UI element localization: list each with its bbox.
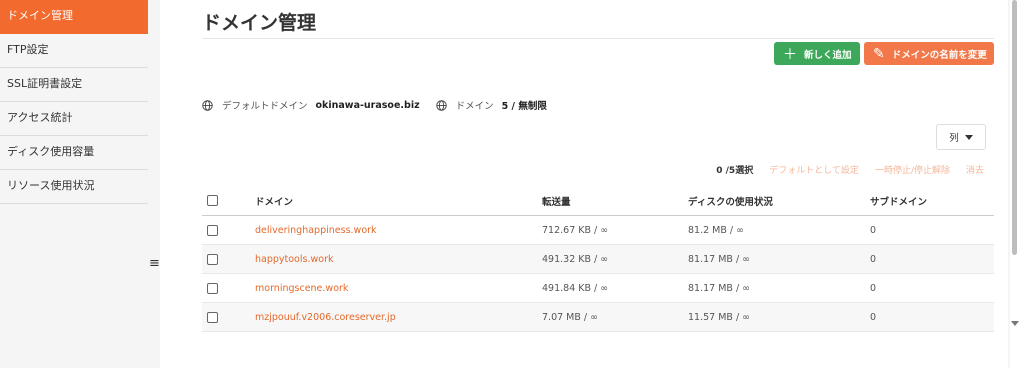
sidebar-item-domain-management[interactable]: ドメイン管理 [0, 0, 148, 34]
row-checkbox[interactable] [207, 311, 218, 323]
selection-count: 0 /5選択 [716, 166, 754, 176]
add-domain-label: 新しく追加 [804, 49, 852, 61]
domain-link[interactable]: deliveringhappiness.work [255, 225, 542, 236]
transfer-cell: 7.07 MB / ∞ [542, 311, 599, 323]
domain-info: デフォルトドメイン okinawa-urasoe.biz ドメイン 5 / 無制… [202, 98, 547, 112]
columns-dropdown[interactable]: 列 [936, 124, 986, 150]
plus-icon: ＋ [783, 46, 797, 63]
header-domain[interactable]: ドメイン [255, 194, 542, 208]
transfer-cell: 491.32 KB / ∞ [542, 253, 609, 265]
sidebar-item-disk-usage[interactable]: ディスク使用容量 [0, 136, 148, 170]
header-disk-usage[interactable]: ディスクの使用状況 [688, 194, 870, 208]
globe-icon [202, 99, 213, 111]
default-domain-value: okinawa-urasoe.biz [315, 99, 420, 111]
set-default-action[interactable]: デフォルトとして設定 [769, 163, 859, 176]
header-subdomains[interactable]: サブドメイン [870, 194, 994, 208]
sidebar: ドメイン管理 FTP設定 SSL証明書設定 アクセス統計 ディスク使用容量 リソ… [0, 0, 148, 368]
header-transfer[interactable]: 転送量 [542, 194, 688, 208]
row-checkbox[interactable] [207, 282, 218, 294]
disk-cell: 81.17 MB / ∞ [688, 282, 751, 294]
subdomain-cell: 0 [870, 224, 877, 236]
sidebar-item-access-stats[interactable]: アクセス統計 [0, 102, 148, 136]
scrollbar-thumb[interactable] [1012, 0, 1017, 255]
subdomain-cell: 0 [870, 253, 877, 265]
rename-domain-button[interactable]: ✎ ドメインの名前を変更 [864, 42, 994, 65]
pencil-icon: ✎ [873, 45, 885, 62]
row-checkbox[interactable] [207, 253, 218, 265]
domain-count-value: 5 / 無制限 [501, 101, 547, 112]
sidebar-item-ftp-settings[interactable]: FTP設定 [0, 34, 148, 68]
add-domain-button[interactable]: ＋ 新しく追加 [774, 42, 860, 65]
table-row: mzjpouuf.v2006.coreserver.jp 7.07 MB / ∞… [202, 303, 994, 332]
domain-link[interactable]: happytools.work [255, 254, 542, 265]
row-checkbox[interactable] [207, 224, 218, 236]
bulk-actions: 0 /5選択 デフォルトとして設定 一時停止/停止解除 消去 [716, 163, 984, 176]
pause-resume-action[interactable]: 一時停止/停止解除 [875, 163, 950, 176]
table-header: ドメイン 転送量 ディスクの使用状況 サブドメイン [202, 186, 994, 216]
domain-link[interactable]: morningscene.work [255, 283, 542, 294]
main-panel: ドメイン管理 ＋ 新しく追加 ✎ ドメインの名前を変更 デフォルトドメイン ok… [160, 0, 1008, 368]
table-row: morningscene.work 491.84 KB / ∞ 81.17 MB… [202, 274, 994, 303]
sidebar-item-ssl-settings[interactable]: SSL証明書設定 [0, 68, 148, 102]
disk-cell: 81.2 MB / ∞ [688, 224, 745, 236]
page-title: ドメイン管理 [202, 12, 317, 34]
sidebar-item-resource-usage[interactable]: リソース使用状況 [0, 170, 148, 204]
menu-toggle-icon[interactable]: ≡ [149, 256, 160, 271]
rename-domain-label: ドメインの名前を変更 [891, 49, 987, 61]
table-row: deliveringhappiness.work 712.67 KB / ∞ 8… [202, 216, 994, 245]
disk-cell: 81.17 MB / ∞ [688, 253, 751, 265]
columns-dropdown-label: 列 [949, 133, 959, 144]
disk-cell: 11.57 MB / ∞ [688, 311, 751, 323]
table-row: happytools.work 491.32 KB / ∞ 81.17 MB /… [202, 245, 994, 274]
subdomain-cell: 0 [870, 282, 877, 294]
subdomain-cell: 0 [870, 311, 877, 323]
caret-down-icon [964, 134, 973, 140]
domain-table: ドメイン 転送量 ディスクの使用状況 サブドメイン deliveringhapp… [202, 186, 994, 332]
select-all-checkbox[interactable] [207, 195, 218, 206]
globe-icon [435, 99, 447, 111]
transfer-cell: 712.67 KB / ∞ [542, 224, 609, 236]
domain-link[interactable]: mzjpouuf.v2006.coreserver.jp [255, 312, 542, 323]
delete-action[interactable]: 消去 [966, 163, 984, 176]
default-domain-label: デフォルトドメイン [222, 101, 308, 112]
transfer-cell: 491.84 KB / ∞ [542, 282, 609, 294]
title-divider [202, 38, 994, 39]
domain-count-label: ドメイン [455, 101, 494, 112]
scroll-down-icon[interactable] [1011, 321, 1019, 326]
